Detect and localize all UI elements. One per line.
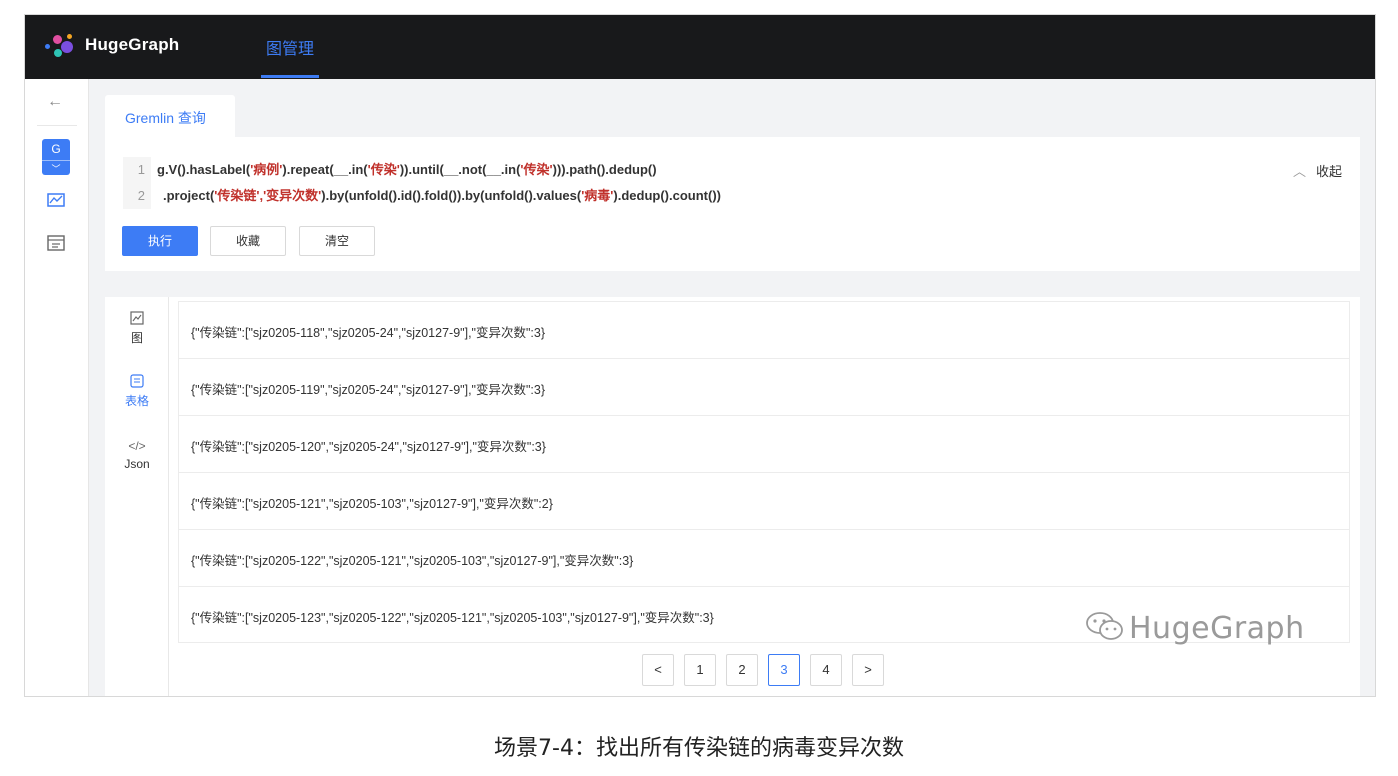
- back-arrow-icon[interactable]: ←: [47, 93, 63, 111]
- wechat-watermark: HugeGraph: [1085, 610, 1305, 646]
- page-4-button[interactable]: 4: [810, 654, 842, 686]
- favorite-button[interactable]: 收藏: [210, 226, 286, 256]
- collapse-label: 收起: [1315, 164, 1342, 179]
- table-view-icon: [130, 374, 144, 388]
- code-line-2: 2 .project('传染链','变异次数').by(unfold().id()…: [123, 183, 721, 209]
- graph-view-icon: [130, 311, 144, 325]
- app-window: HugeGraph 图管理 ← G ﹀ Gremlin 查询 1 g.V().ha…: [24, 14, 1376, 697]
- line-number: 1: [123, 157, 151, 183]
- task-list-icon[interactable]: [46, 234, 66, 252]
- view-graph-tab[interactable]: 图: [105, 311, 169, 346]
- code-brackets-icon: </>: [128, 439, 146, 453]
- view-table-tab[interactable]: 表格: [105, 374, 169, 409]
- line-number: 2: [123, 183, 151, 209]
- top-nav-bar: HugeGraph 图管理: [25, 15, 1375, 79]
- nav-tab-active-indicator: [261, 75, 319, 78]
- table-row: {"传染链":["sjz0205-120","sjz0205-24","sjz0…: [178, 415, 1350, 472]
- chevron-up-icon: ︿: [1292, 164, 1306, 179]
- hugegraph-logo-icon: [45, 33, 77, 61]
- gremlin-code-editor[interactable]: 1 g.V().hasLabel('病例').repeat(__.in('传染')…: [123, 153, 1303, 209]
- prev-page-button[interactable]: <: [642, 654, 674, 686]
- next-page-button[interactable]: >: [852, 654, 884, 686]
- execute-button[interactable]: 执行: [122, 226, 198, 256]
- code-line-1: 1 g.V().hasLabel('病例').repeat(__.in('传染')…: [123, 157, 657, 183]
- page-1-button[interactable]: 1: [684, 654, 716, 686]
- wechat-icon: [1086, 612, 1123, 640]
- graph-badge-label: G: [51, 142, 61, 156]
- collapse-toggle[interactable]: ︿ 收起: [1293, 161, 1342, 180]
- clear-button[interactable]: 清空: [299, 226, 375, 256]
- table-row: {"传染链":["sjz0205-118","sjz0205-24","sjz0…: [178, 301, 1350, 358]
- sidebar-divider: [37, 125, 77, 126]
- nav-tab-graph-management[interactable]: 图管理: [266, 35, 314, 59]
- brand-name: HugeGraph: [85, 35, 180, 54]
- page-2-button[interactable]: 2: [726, 654, 758, 686]
- left-sidebar: ← G ﹀: [25, 79, 89, 696]
- result-view-switcher: 图 表格 </> Json: [105, 297, 169, 696]
- tab-gremlin-query[interactable]: Gremlin 查询: [105, 95, 235, 137]
- graph-analysis-icon[interactable]: [46, 191, 66, 209]
- query-editor-card: 1 g.V().hasLabel('病例').repeat(__.in('传染')…: [105, 137, 1360, 271]
- table-row: {"传染链":["sjz0205-122","sjz0205-121","sjz…: [178, 529, 1350, 586]
- result-rows: {"传染链":["sjz0205-118","sjz0205-24","sjz0…: [178, 301, 1350, 643]
- view-json-tab[interactable]: </> Json: [105, 439, 169, 471]
- graph-selector-button[interactable]: G ﹀: [42, 139, 70, 175]
- page-3-button[interactable]: 3: [768, 654, 800, 686]
- figure-caption: 场景7-4：找出所有传染链的病毒变异次数: [494, 736, 904, 761]
- chevron-down-icon: ﹀: [42, 160, 70, 176]
- table-row: {"传染链":["sjz0205-119","sjz0205-24","sjz0…: [178, 358, 1350, 415]
- table-row: {"传染链":["sjz0205-121","sjz0205-103","sjz…: [178, 472, 1350, 529]
